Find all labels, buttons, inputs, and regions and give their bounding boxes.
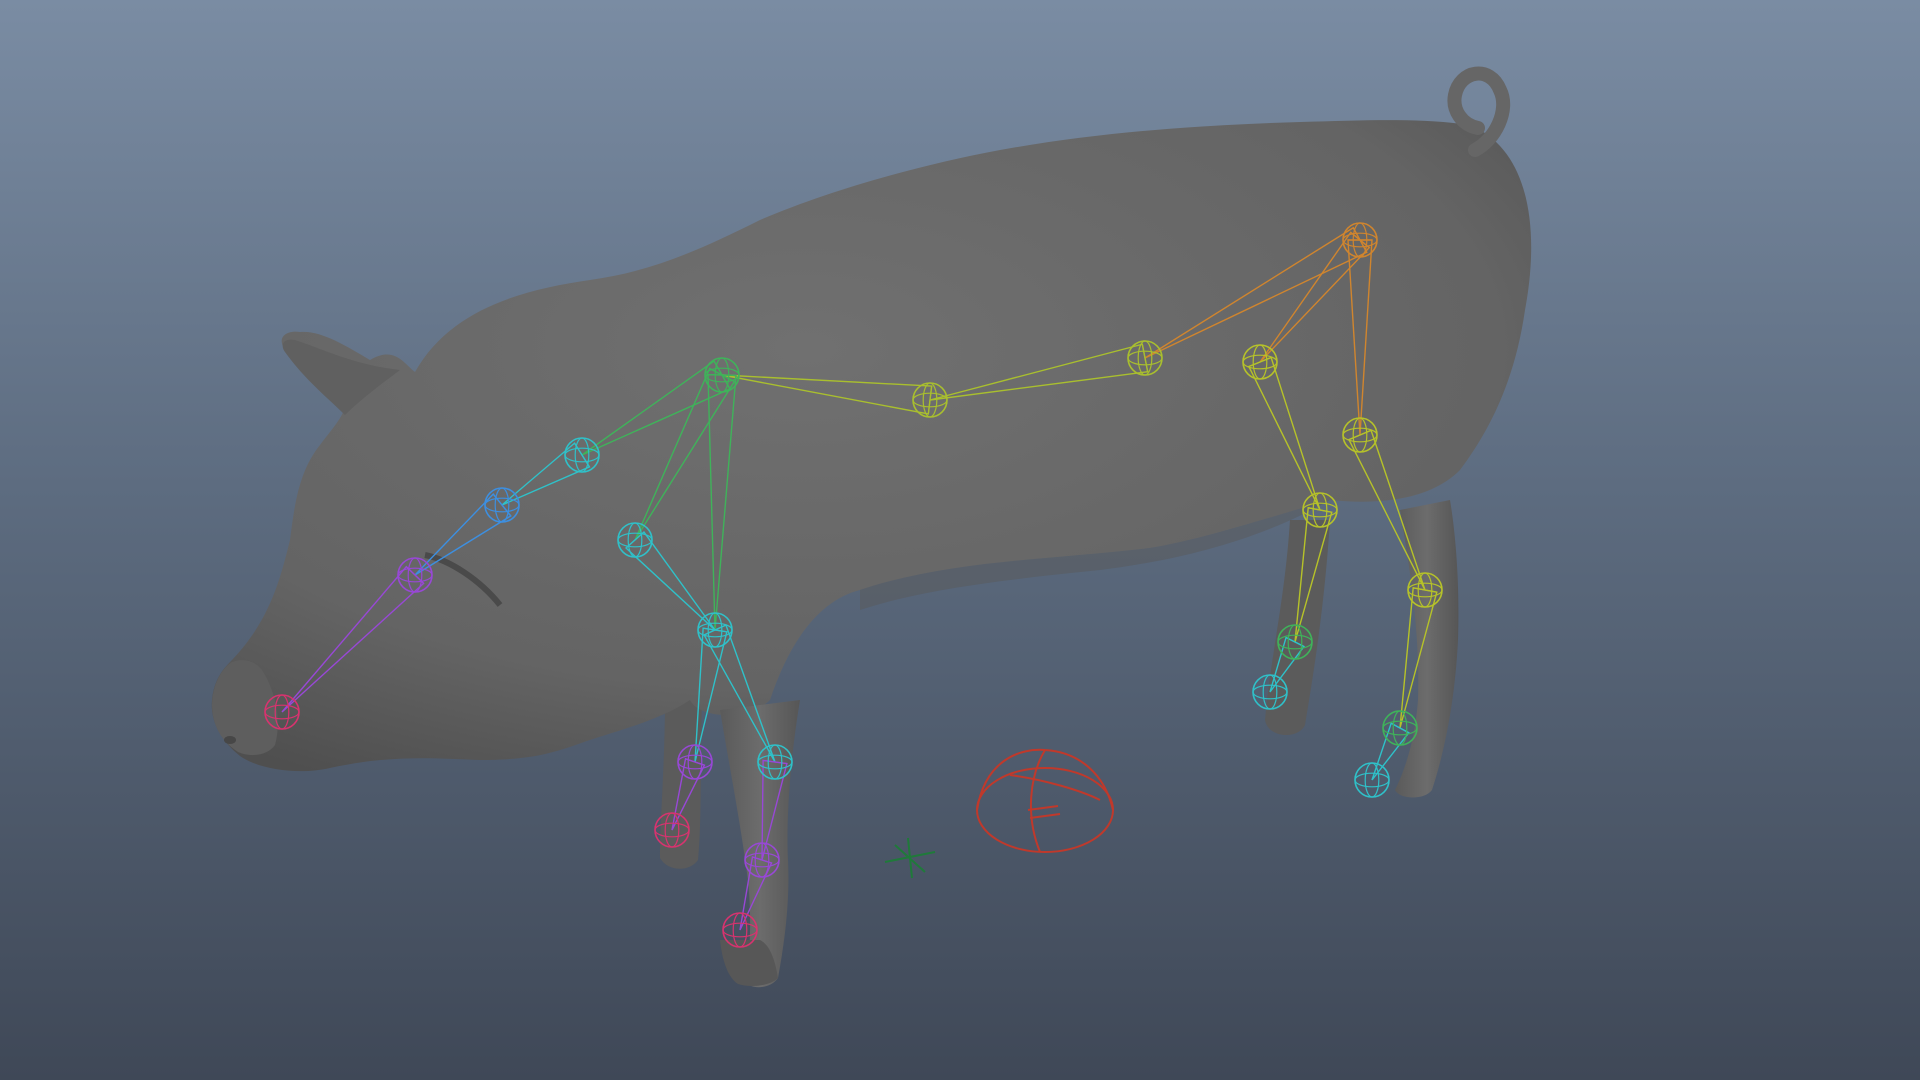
- root-control-arc-1[interactable]: [1030, 749, 1046, 853]
- bone-near-front-upper-base[interactable]: [707, 374, 737, 376]
- viewport-scene[interactable]: [0, 0, 1920, 1080]
- root-control-curve[interactable]: [976, 748, 1114, 853]
- pig-body[interactable]: [211, 120, 1532, 772]
- locator-icon[interactable]: [884, 837, 936, 879]
- root-control-arc-2[interactable]: [1009, 774, 1101, 801]
- pig-mesh[interactable]: [211, 66, 1532, 988]
- pig-near-hind-leg[interactable]: [1395, 500, 1459, 798]
- root-control-mark-1[interactable]: [1027, 805, 1059, 811]
- pig-nostril: [224, 736, 236, 744]
- root-control-mark-2[interactable]: [1029, 813, 1061, 819]
- maya-3d-viewport[interactable]: [0, 0, 1920, 1080]
